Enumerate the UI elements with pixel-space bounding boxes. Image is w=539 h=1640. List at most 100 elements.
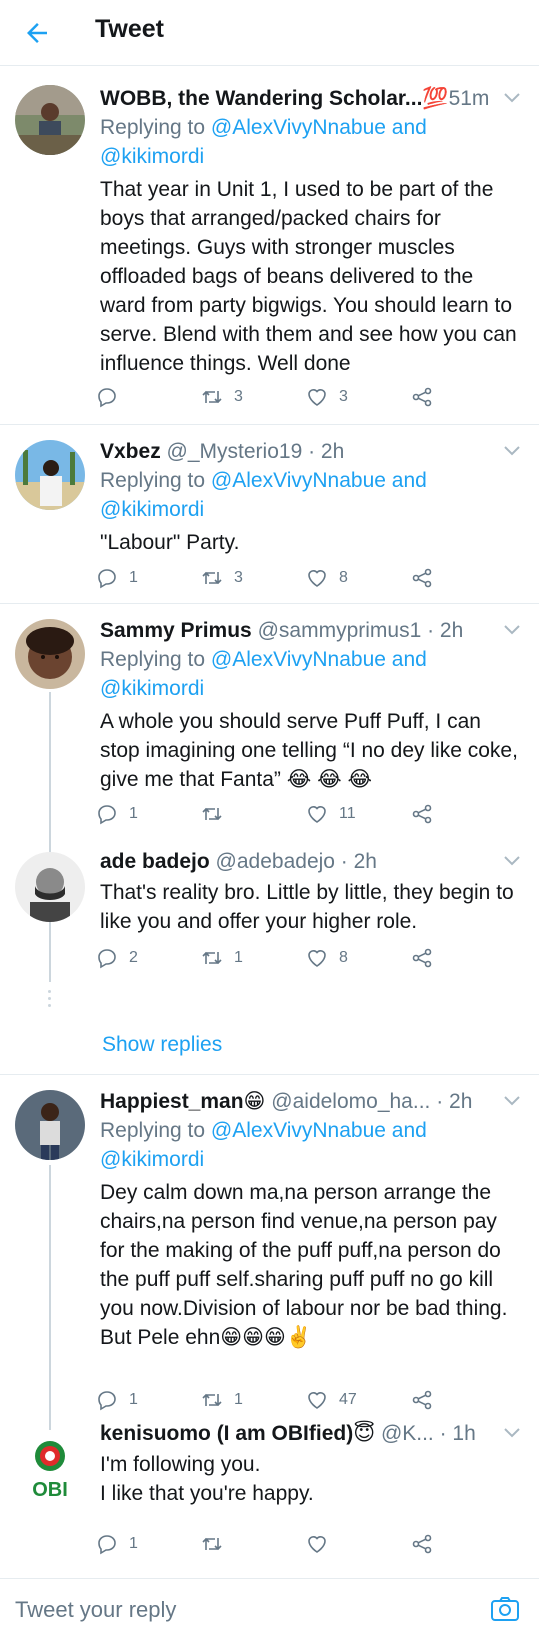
display-name[interactable]: ade badejo xyxy=(100,850,210,873)
avatar[interactable] xyxy=(15,440,85,510)
tweet-text: That year in Unit 1, I used to be part o… xyxy=(100,178,517,375)
tweet-actions: 1 3 8 xyxy=(98,566,460,596)
share-button[interactable] xyxy=(410,946,434,970)
reply-composer: Tweet your reply xyxy=(0,1578,539,1640)
reply-button[interactable]: 2 xyxy=(95,946,138,970)
tweet-text: "Labour" Party. xyxy=(100,531,240,554)
mention-link[interactable]: @AlexVivyNnabue and xyxy=(211,648,427,671)
tweet-actions: 1 11 xyxy=(98,802,460,832)
share-icon xyxy=(412,948,432,968)
reply-button[interactable]: 1 xyxy=(95,1532,138,1556)
obi-logo-text: OBI xyxy=(32,1479,68,1501)
chevron-down-icon[interactable] xyxy=(503,623,521,637)
like-button[interactable]: 8 xyxy=(305,566,348,590)
mention-link[interactable]: @kikimordi xyxy=(100,145,204,168)
share-icon xyxy=(412,568,432,588)
retweet-button[interactable]: 1 xyxy=(200,1388,243,1412)
reply-input[interactable]: Tweet your reply xyxy=(15,1597,176,1623)
display-name[interactable]: kenisuomo (I am OBIfied)😇 xyxy=(100,1422,375,1445)
reply-button[interactable]: 1 xyxy=(95,802,138,826)
mention-link[interactable]: @AlexVivyNnabue and xyxy=(211,1119,427,1142)
retweet-count: 1 xyxy=(234,949,243,966)
share-button[interactable] xyxy=(410,1532,434,1556)
mention-link[interactable]: @AlexVivyNnabue and xyxy=(211,116,427,139)
display-name[interactable]: Happiest_man😁 xyxy=(100,1090,265,1113)
camera-icon[interactable] xyxy=(489,1593,521,1625)
share-button[interactable] xyxy=(410,802,434,826)
tweet-reply[interactable]: OBI kenisuomo (I am OBIfied)😇 @K... · 1h… xyxy=(0,1420,539,1576)
tweet-header: WOBB, the Wandering Scholar...💯51m xyxy=(100,85,521,113)
avatar[interactable]: OBI xyxy=(15,1434,85,1504)
tweet-text: That's reality bro. Little by little, th… xyxy=(100,881,514,933)
tweet-text: Dey calm down ma,na person arrange the c… xyxy=(100,1181,508,1349)
handle-time: @sammyprimus1 · 2h xyxy=(257,619,464,642)
show-replies-link[interactable]: Show replies xyxy=(102,1033,222,1057)
tweet-text: I'm following you. I like that you're ha… xyxy=(100,1453,314,1505)
retweet-icon xyxy=(202,1537,222,1551)
chevron-down-icon[interactable] xyxy=(503,854,521,868)
retweet-button[interactable] xyxy=(200,802,234,826)
like-button[interactable]: 8 xyxy=(305,946,348,970)
chevron-down-icon[interactable] xyxy=(503,1426,521,1440)
mention-link[interactable]: @kikimordi xyxy=(100,677,204,700)
like-button[interactable]: 3 xyxy=(305,385,348,409)
chevron-down-icon[interactable] xyxy=(503,91,521,105)
like-count: 8 xyxy=(339,569,348,586)
chevron-down-icon[interactable] xyxy=(503,444,521,458)
share-button[interactable] xyxy=(410,385,434,409)
tweet-reply[interactable]: Sammy Primus @sammyprimus1 · 2h Replying… xyxy=(0,605,539,845)
chevron-down-icon[interactable] xyxy=(503,1094,521,1108)
like-count: 47 xyxy=(339,1391,357,1408)
retweet-icon xyxy=(202,807,222,821)
tweet-header: kenisuomo (I am OBIfied)😇 @K... · 1h xyxy=(100,1420,521,1448)
mention-link[interactable]: @AlexVivyNnabue and xyxy=(211,469,427,492)
back-arrow-icon[interactable] xyxy=(22,18,52,48)
replying-prefix: Replying to xyxy=(100,116,211,139)
retweet-button[interactable]: 3 xyxy=(200,385,243,409)
replying-prefix: Replying to xyxy=(100,469,211,492)
avatar[interactable] xyxy=(15,1090,85,1160)
display-name[interactable]: Sammy Primus xyxy=(100,619,252,642)
like-count: 8 xyxy=(339,949,348,966)
retweet-count: 3 xyxy=(234,569,243,586)
share-button[interactable] xyxy=(410,1388,434,1412)
retweet-button[interactable]: 1 xyxy=(200,946,243,970)
tweet-reply[interactable]: Happiest_man😁 @aidelomo_ha... · 2h Reply… xyxy=(0,1076,539,1411)
like-count: 11 xyxy=(339,805,356,822)
retweet-count: 3 xyxy=(234,388,243,405)
reply-count: 1 xyxy=(129,1535,138,1552)
like-button[interactable]: 47 xyxy=(305,1388,357,1412)
like-icon xyxy=(308,1392,326,1409)
tweet-actions: 3 3 xyxy=(98,385,460,415)
handle-time: @_Mysterio19 · 2h xyxy=(166,440,345,463)
reply-icon xyxy=(98,1535,116,1555)
replying-to: Replying to @AlexVivyNnabue and xyxy=(100,466,521,495)
reply-icon xyxy=(98,569,116,589)
avatar[interactable] xyxy=(15,619,85,689)
mention-link[interactable]: @kikimordi xyxy=(100,498,204,521)
share-button[interactable] xyxy=(410,566,434,590)
display-name[interactable]: WOBB, the Wandering Scholar...💯 xyxy=(100,87,449,110)
retweet-button[interactable]: 3 xyxy=(200,566,243,590)
display-name[interactable]: Vxbez xyxy=(100,440,161,463)
retweet-button[interactable] xyxy=(200,1532,234,1556)
like-button[interactable] xyxy=(305,1532,339,1556)
reply-button[interactable]: 1 xyxy=(95,566,138,590)
tweet-header: ade badejo @adebadejo · 2h xyxy=(100,848,521,876)
tweet-actions: 1 1 47 xyxy=(98,1388,460,1418)
reply-button[interactable]: 1 xyxy=(95,1388,138,1412)
like-button[interactable]: 11 xyxy=(305,802,356,826)
reply-button[interactable] xyxy=(95,385,129,409)
replying-to: Replying to @AlexVivyNnabue and xyxy=(100,645,521,674)
tweet-reply[interactable]: Vxbez @_Mysterio19 · 2h Replying to @Ale… xyxy=(0,426,539,604)
avatar[interactable] xyxy=(15,852,85,922)
tweet-reply[interactable]: WOBB, the Wandering Scholar...💯51m Reply… xyxy=(0,67,539,425)
share-icon xyxy=(412,1390,432,1410)
tweet-reply[interactable]: ade badejo @adebadejo · 2h That's realit… xyxy=(0,848,539,1028)
top-bar: Tweet xyxy=(0,0,539,66)
retweet-icon xyxy=(202,1393,222,1407)
avatar[interactable] xyxy=(15,85,85,155)
tweet-time: 51m xyxy=(448,87,490,110)
like-count: 3 xyxy=(339,388,348,405)
mention-link[interactable]: @kikimordi xyxy=(100,1148,204,1171)
